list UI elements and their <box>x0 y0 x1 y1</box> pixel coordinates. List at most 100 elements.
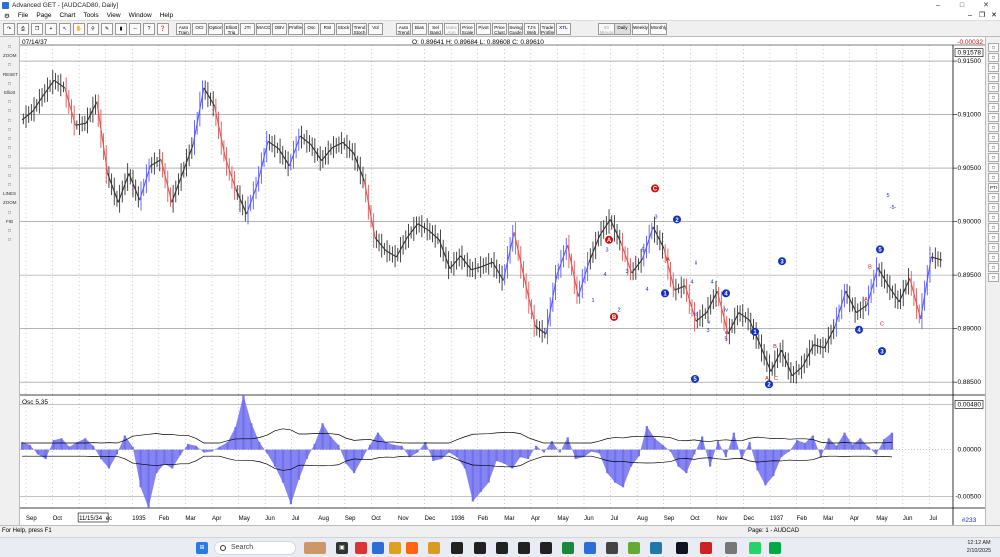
toolbar-button-1[interactable]: OCI <box>192 23 207 35</box>
right-tool-7[interactable]: □ <box>988 113 999 122</box>
toolbar-button-0[interactable]: Auto Train <box>176 23 191 35</box>
help-pointer-icon[interactable]: ❓ <box>157 23 169 35</box>
toolbar-button-3[interactable]: Elliott Trig <box>224 23 239 35</box>
app-icon-6[interactable] <box>584 542 596 554</box>
close-icon[interactable]: ✕ <box>974 0 998 11</box>
maximize-icon[interactable]: □ <box>950 0 974 11</box>
app-icon-3[interactable] <box>428 542 440 554</box>
toolbar-button-14[interactable]: Bias <box>412 23 427 35</box>
right-tool-23[interactable]: □ <box>988 273 999 282</box>
toolbar-button-18[interactable]: Pivot <box>476 23 491 35</box>
right-tool-0[interactable]: □ <box>988 43 999 52</box>
menu-tools[interactable]: Tools <box>79 12 102 19</box>
app-icon-2[interactable] <box>372 542 384 554</box>
left-tool-13[interactable]: □ <box>3 163 16 171</box>
left-tool-0[interactable]: □ <box>3 43 16 51</box>
hand-icon[interactable]: ✋ <box>73 23 85 35</box>
trading-app-icon-3[interactable] <box>518 542 530 554</box>
left-tool-11[interactable]: □ <box>3 144 16 152</box>
toolbar-button-9[interactable]: RSI <box>320 23 335 35</box>
toolbar-button-5[interactable]: MACD <box>256 23 271 35</box>
ruler-icon[interactable]: ✎ <box>101 23 113 35</box>
left-tool-16[interactable]: LINES <box>3 190 16 198</box>
taskbar-search[interactable]: Search <box>214 541 296 555</box>
mdi-minimize-icon[interactable]: – <box>964 11 976 21</box>
left-tool-14[interactable]: □ <box>3 172 16 180</box>
question-icon[interactable]: ? <box>143 23 155 35</box>
mdi-restore-icon[interactable]: ❐ <box>976 11 988 21</box>
right-tool-16[interactable]: □ <box>988 203 999 212</box>
toolbar-button-20[interactable]: Swing Guide <box>508 23 523 35</box>
right-tool-2[interactable]: □ <box>988 63 999 72</box>
chart-area[interactable]: 07/14/37 O: 0.89641 H: 0.89684 L: 0.8960… <box>20 37 985 525</box>
right-tool-19[interactable]: □ <box>988 233 999 242</box>
left-tool-15[interactable]: □ <box>3 181 16 189</box>
toolbar-button-16[interactable]: Make Ann <box>444 23 459 35</box>
toolbar-button-17[interactable]: Price Scale <box>460 23 475 35</box>
toolbar-button-10[interactable]: Stock <box>336 23 351 35</box>
right-tool-9[interactable]: □ <box>988 133 999 142</box>
minimize-icon[interactable]: – <box>926 0 950 11</box>
app-icon-11[interactable] <box>700 542 712 554</box>
copy-icon[interactable]: ❐ <box>31 23 43 35</box>
right-tool-18[interactable]: □ <box>988 223 999 232</box>
left-tool-21[interactable]: □ <box>3 236 16 244</box>
menu-gear-icon[interactable]: ⚙ <box>0 12 14 20</box>
taskbar-clock[interactable]: 12:12 AM 2/10/2025 <box>960 540 998 555</box>
app-icon-10[interactable] <box>676 542 688 554</box>
toolbar-button-15[interactable]: Sel Band <box>428 23 443 35</box>
menu-page[interactable]: Page <box>32 12 55 19</box>
app-icon-7[interactable] <box>606 542 618 554</box>
toolbar-button-19[interactable]: Price Clust <box>492 23 507 35</box>
right-tool-21[interactable]: □ <box>988 253 999 262</box>
right-tool-12[interactable]: □ <box>988 163 999 172</box>
hline-icon[interactable]: ─ <box>129 23 141 35</box>
right-tool-17[interactable]: □ <box>988 213 999 222</box>
toolbar-button-24[interactable]: 60 Minute <box>598 23 615 35</box>
left-tool-12[interactable]: □ <box>3 153 16 161</box>
right-tool-11[interactable]: □ <box>988 153 999 162</box>
task-view-icon[interactable]: ▣ <box>336 542 348 554</box>
left-tool-1[interactable]: ZOOM <box>3 52 17 60</box>
trading-app-icon-2[interactable] <box>496 542 508 554</box>
left-tool-5[interactable]: Elliott <box>3 89 16 97</box>
bar-icon[interactable]: ▮ <box>115 23 127 35</box>
toolbar-button-27[interactable]: Monthly <box>650 23 667 35</box>
toolbar-button-11[interactable]: Trend Stoch <box>352 23 367 35</box>
menu-view[interactable]: View <box>103 12 125 19</box>
app-icon-1[interactable] <box>355 542 367 554</box>
trading-app-icon-4[interactable] <box>540 542 552 554</box>
toolbar-button-25[interactable]: Daily <box>614 23 631 35</box>
menu-file[interactable]: File <box>14 12 32 19</box>
select-tool-icon[interactable]: ↷ <box>3 23 15 35</box>
right-tool-3[interactable]: □ <box>988 73 999 82</box>
trading-app-icon-1[interactable] <box>474 542 486 554</box>
left-tool-10[interactable]: □ <box>3 135 16 143</box>
firefox-icon[interactable] <box>406 542 418 554</box>
left-tool-8[interactable]: □ <box>3 117 16 125</box>
menu-help[interactable]: Help <box>156 12 177 19</box>
app-icon-4[interactable] <box>451 542 463 554</box>
right-tool-4[interactable]: □ <box>988 83 999 92</box>
left-tool-19[interactable]: FIB <box>3 218 16 226</box>
right-tool-6[interactable]: □ <box>988 103 999 112</box>
app-icon-13[interactable] <box>769 542 781 554</box>
toolbar-button-21[interactable]: TJ's Web <box>524 23 539 35</box>
right-tool-1[interactable]: □ <box>988 53 999 62</box>
menu-chart[interactable]: Chart <box>56 12 80 19</box>
toolbar-button-7[interactable]: Profile <box>288 23 303 35</box>
right-tool-10[interactable]: □ <box>988 143 999 152</box>
crosshair-icon[interactable]: + <box>45 23 57 35</box>
toolbar-button-6[interactable]: OBV <box>272 23 287 35</box>
whatsapp-icon[interactable] <box>749 542 761 554</box>
folder-icon[interactable] <box>389 542 401 554</box>
toolbar-button-22[interactable]: Trade Profile <box>540 23 555 35</box>
menu-window[interactable]: Window <box>125 12 156 19</box>
left-tool-6[interactable]: □ <box>3 98 16 106</box>
right-tool-22[interactable]: □ <box>988 263 999 272</box>
app-icon-8[interactable] <box>628 542 640 554</box>
toolbar-button-4[interactable]: JTI <box>240 23 255 35</box>
right-tool-15[interactable]: □ <box>988 193 999 202</box>
windows-start-icon[interactable]: ⊞ <box>196 542 208 554</box>
right-tool-5[interactable]: □ <box>988 93 999 102</box>
